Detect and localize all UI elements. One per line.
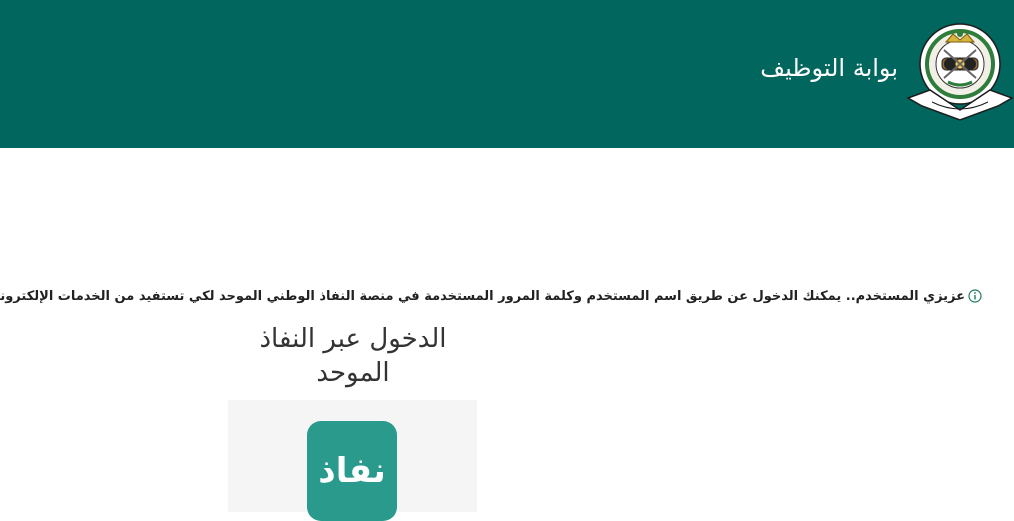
- login-notice: عزيزي المستخدم.. يمكنك الدخول عن طريق اس…: [0, 284, 982, 308]
- nafath-login-title-line2: الموحد: [316, 358, 390, 388]
- info-circle-icon: [968, 289, 982, 303]
- nafath-login-title-line1: الدخول عبر النفاذ: [259, 324, 447, 354]
- site-title: بوابة التوظيف: [760, 54, 898, 82]
- nafath-login-title: الدخول عبر النفاذ الموحد: [228, 322, 478, 390]
- notice-text: عزيزي المستخدم.. يمكنك الدخول عن طريق اس…: [0, 288, 965, 304]
- site-header: بوابة التوظيف: [0, 0, 1014, 148]
- nafath-login-panel: نفاذ: [228, 400, 477, 521]
- national-guard-emblem-icon[interactable]: [906, 20, 1014, 122]
- nafath-login-button[interactable]: نفاذ: [307, 421, 397, 521]
